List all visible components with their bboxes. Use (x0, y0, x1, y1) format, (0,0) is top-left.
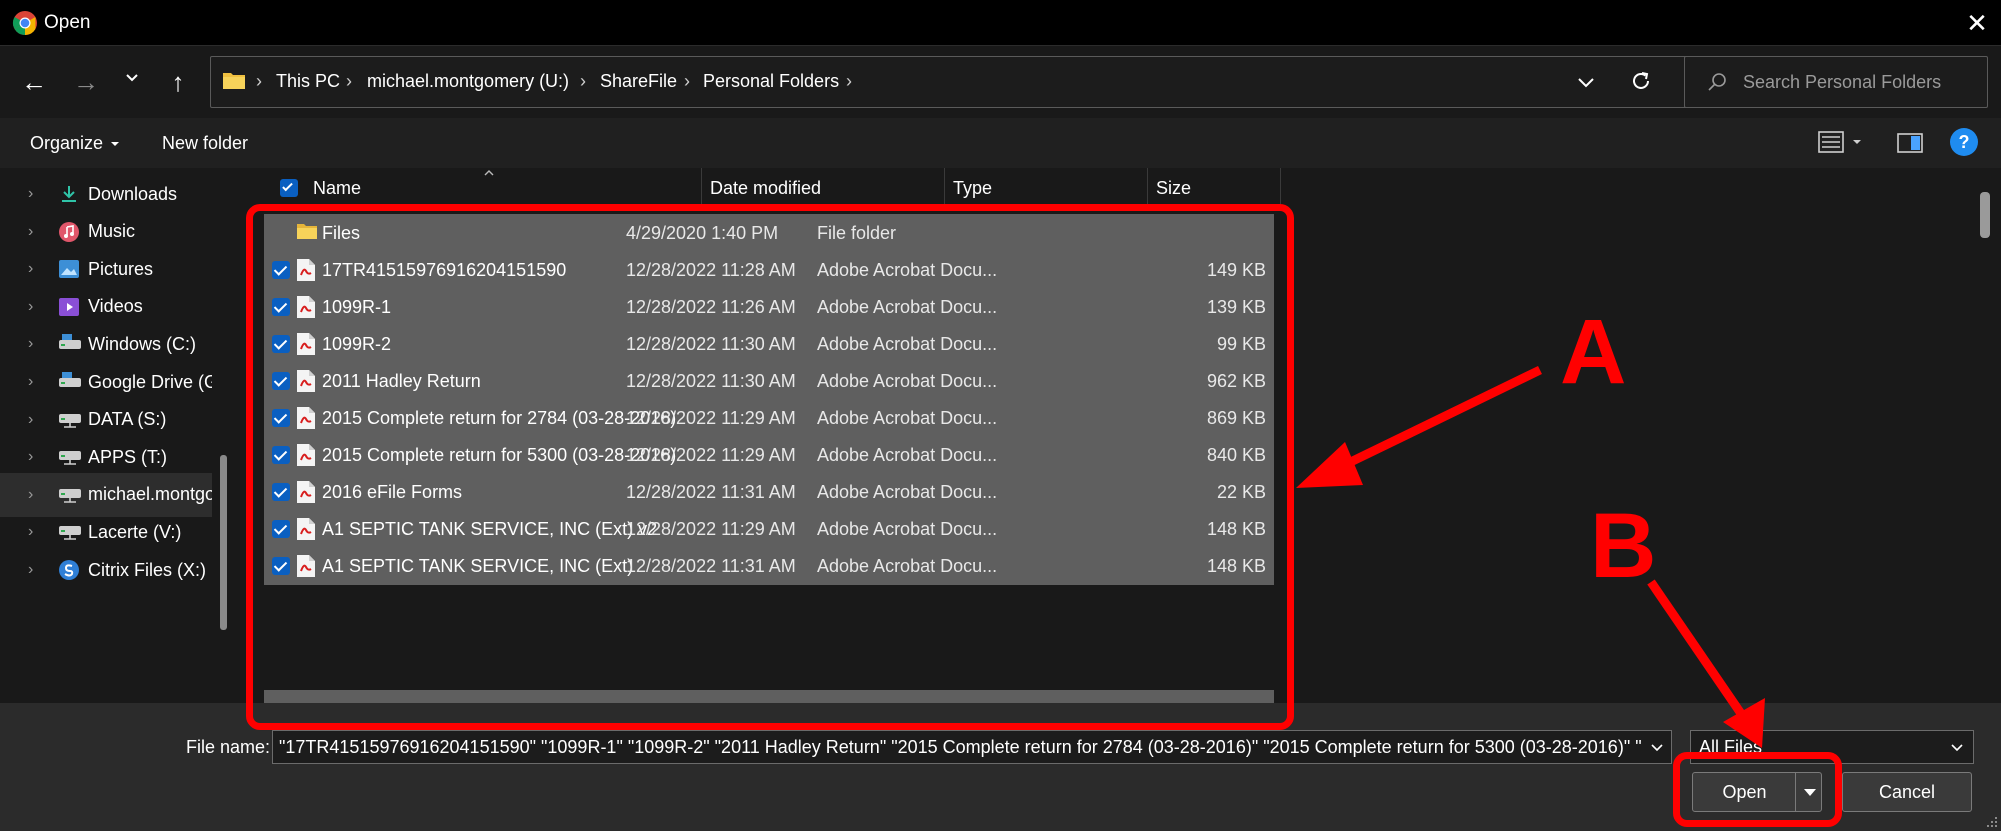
annotation-arrow-b (1647, 579, 1746, 718)
annotation-arrows (1296, 365, 1765, 748)
annotation-arrow-a (1328, 365, 1542, 477)
